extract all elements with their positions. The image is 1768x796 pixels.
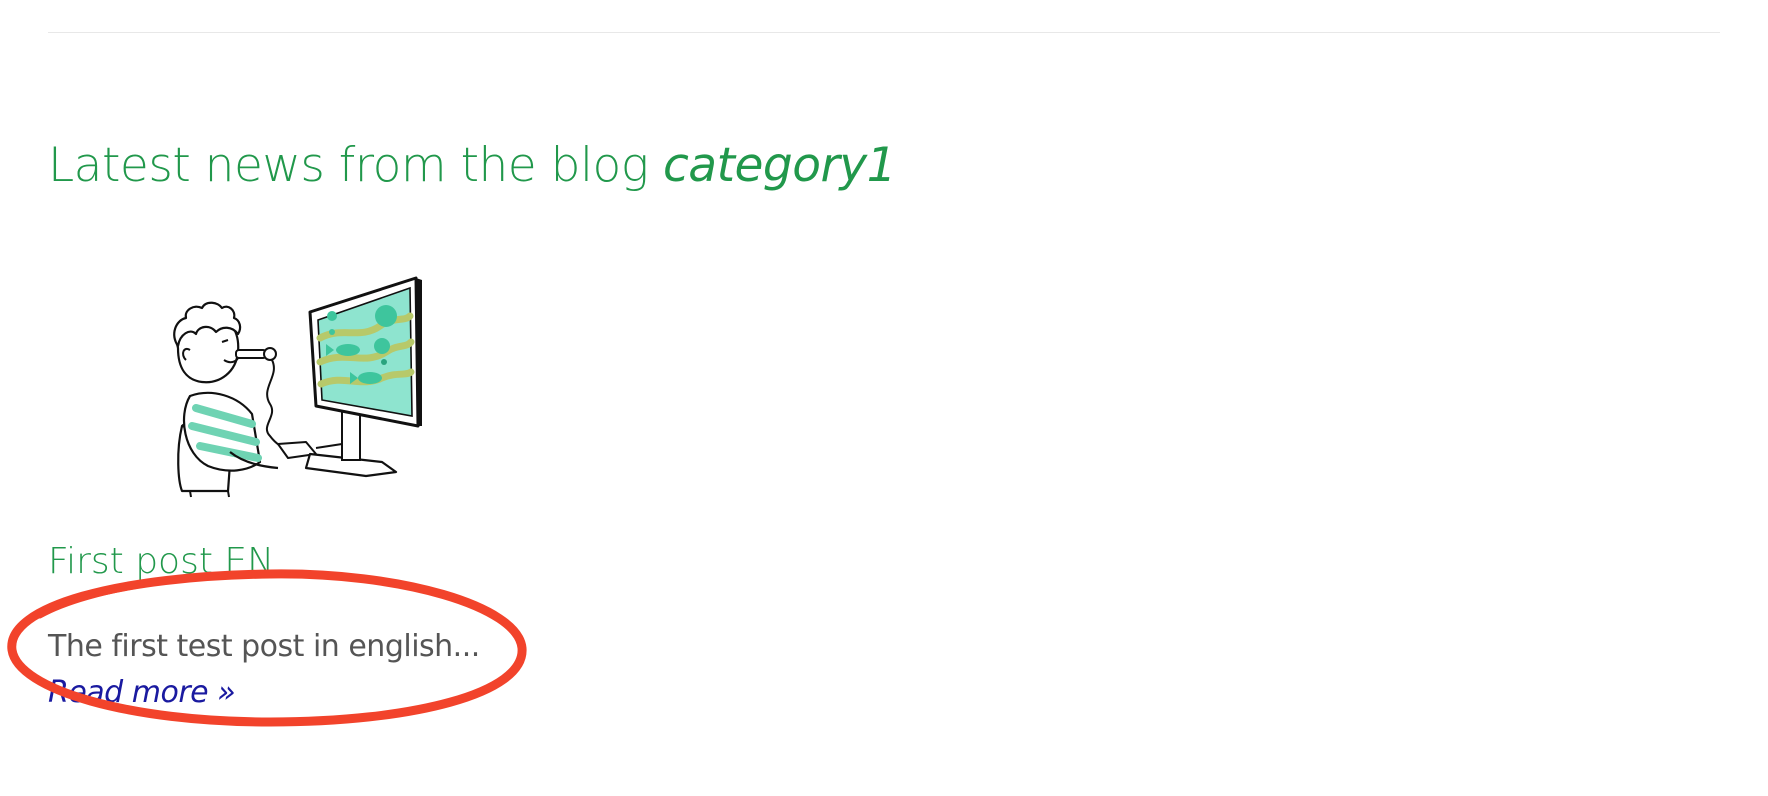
- post-thumbnail[interactable]: [120, 276, 476, 498]
- section-heading: Latest news from the blog category1: [48, 136, 897, 196]
- section-heading-prefix: Latest news from the blog: [48, 138, 663, 193]
- section-heading-category: category1: [662, 138, 897, 193]
- post-excerpt: The first test post in english...: [48, 629, 480, 664]
- read-more-link[interactable]: Read more »: [48, 674, 236, 712]
- post-title-link[interactable]: First post EN: [48, 540, 274, 584]
- top-divider: [48, 32, 1720, 33]
